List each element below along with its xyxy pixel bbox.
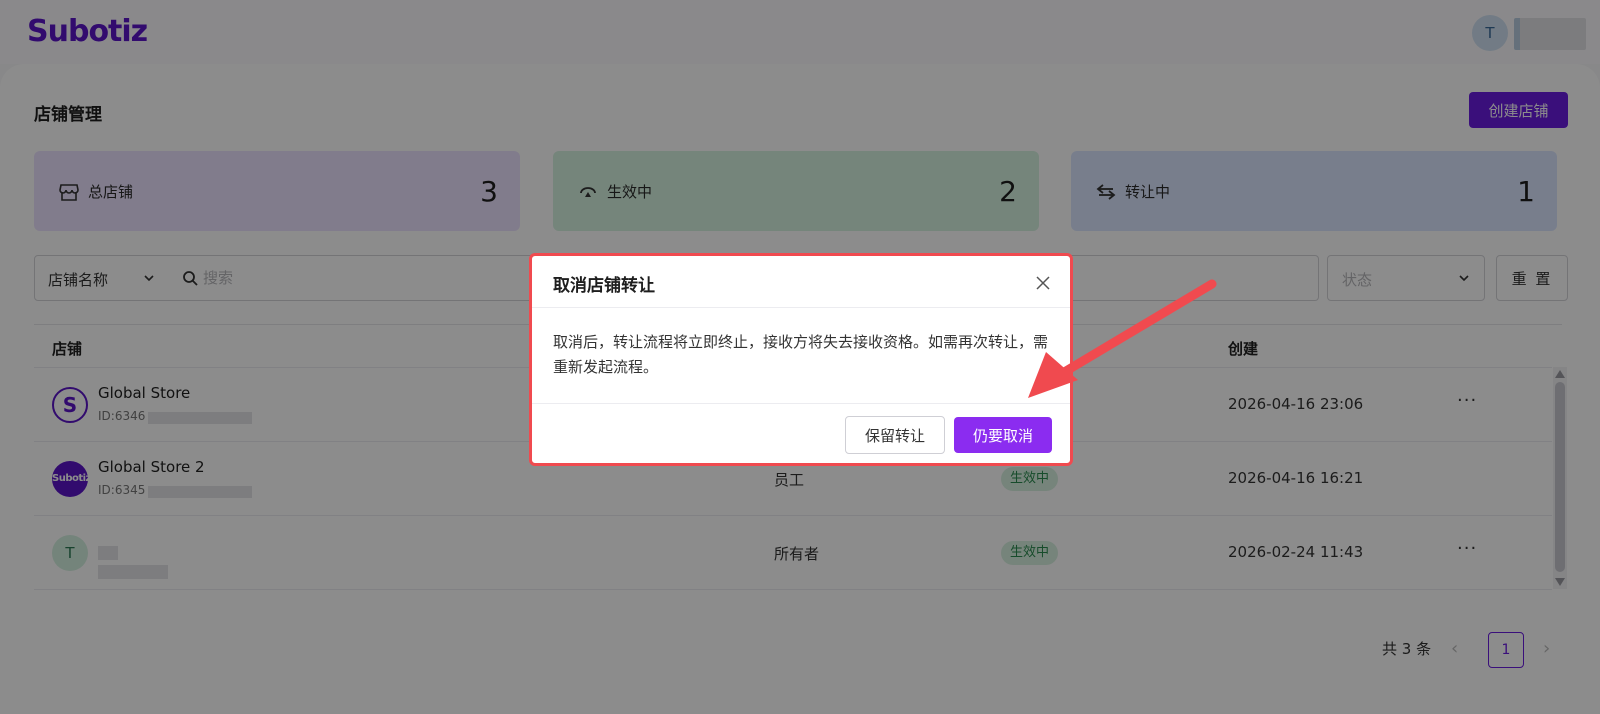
dialog-header: 取消店铺转让 (532, 256, 1070, 308)
cancel-transfer-dialog: 取消店铺转让 取消后，转让流程将立即终止，接收方将失去接收资格。如需再次转让，需… (529, 253, 1073, 466)
confirm-cancel-button[interactable]: 仍要取消 (954, 417, 1052, 453)
keep-transfer-button[interactable]: 保留转让 (845, 416, 945, 454)
dialog-message: 取消后，转让流程将立即终止，接收方将失去接收资格。如需再次转让，需重新发起流程。 (553, 333, 1049, 376)
close-icon[interactable] (1035, 275, 1051, 291)
dialog-footer: 保留转让 仍要取消 (532, 403, 1070, 463)
dialog-title: 取消店铺转让 (553, 276, 655, 296)
